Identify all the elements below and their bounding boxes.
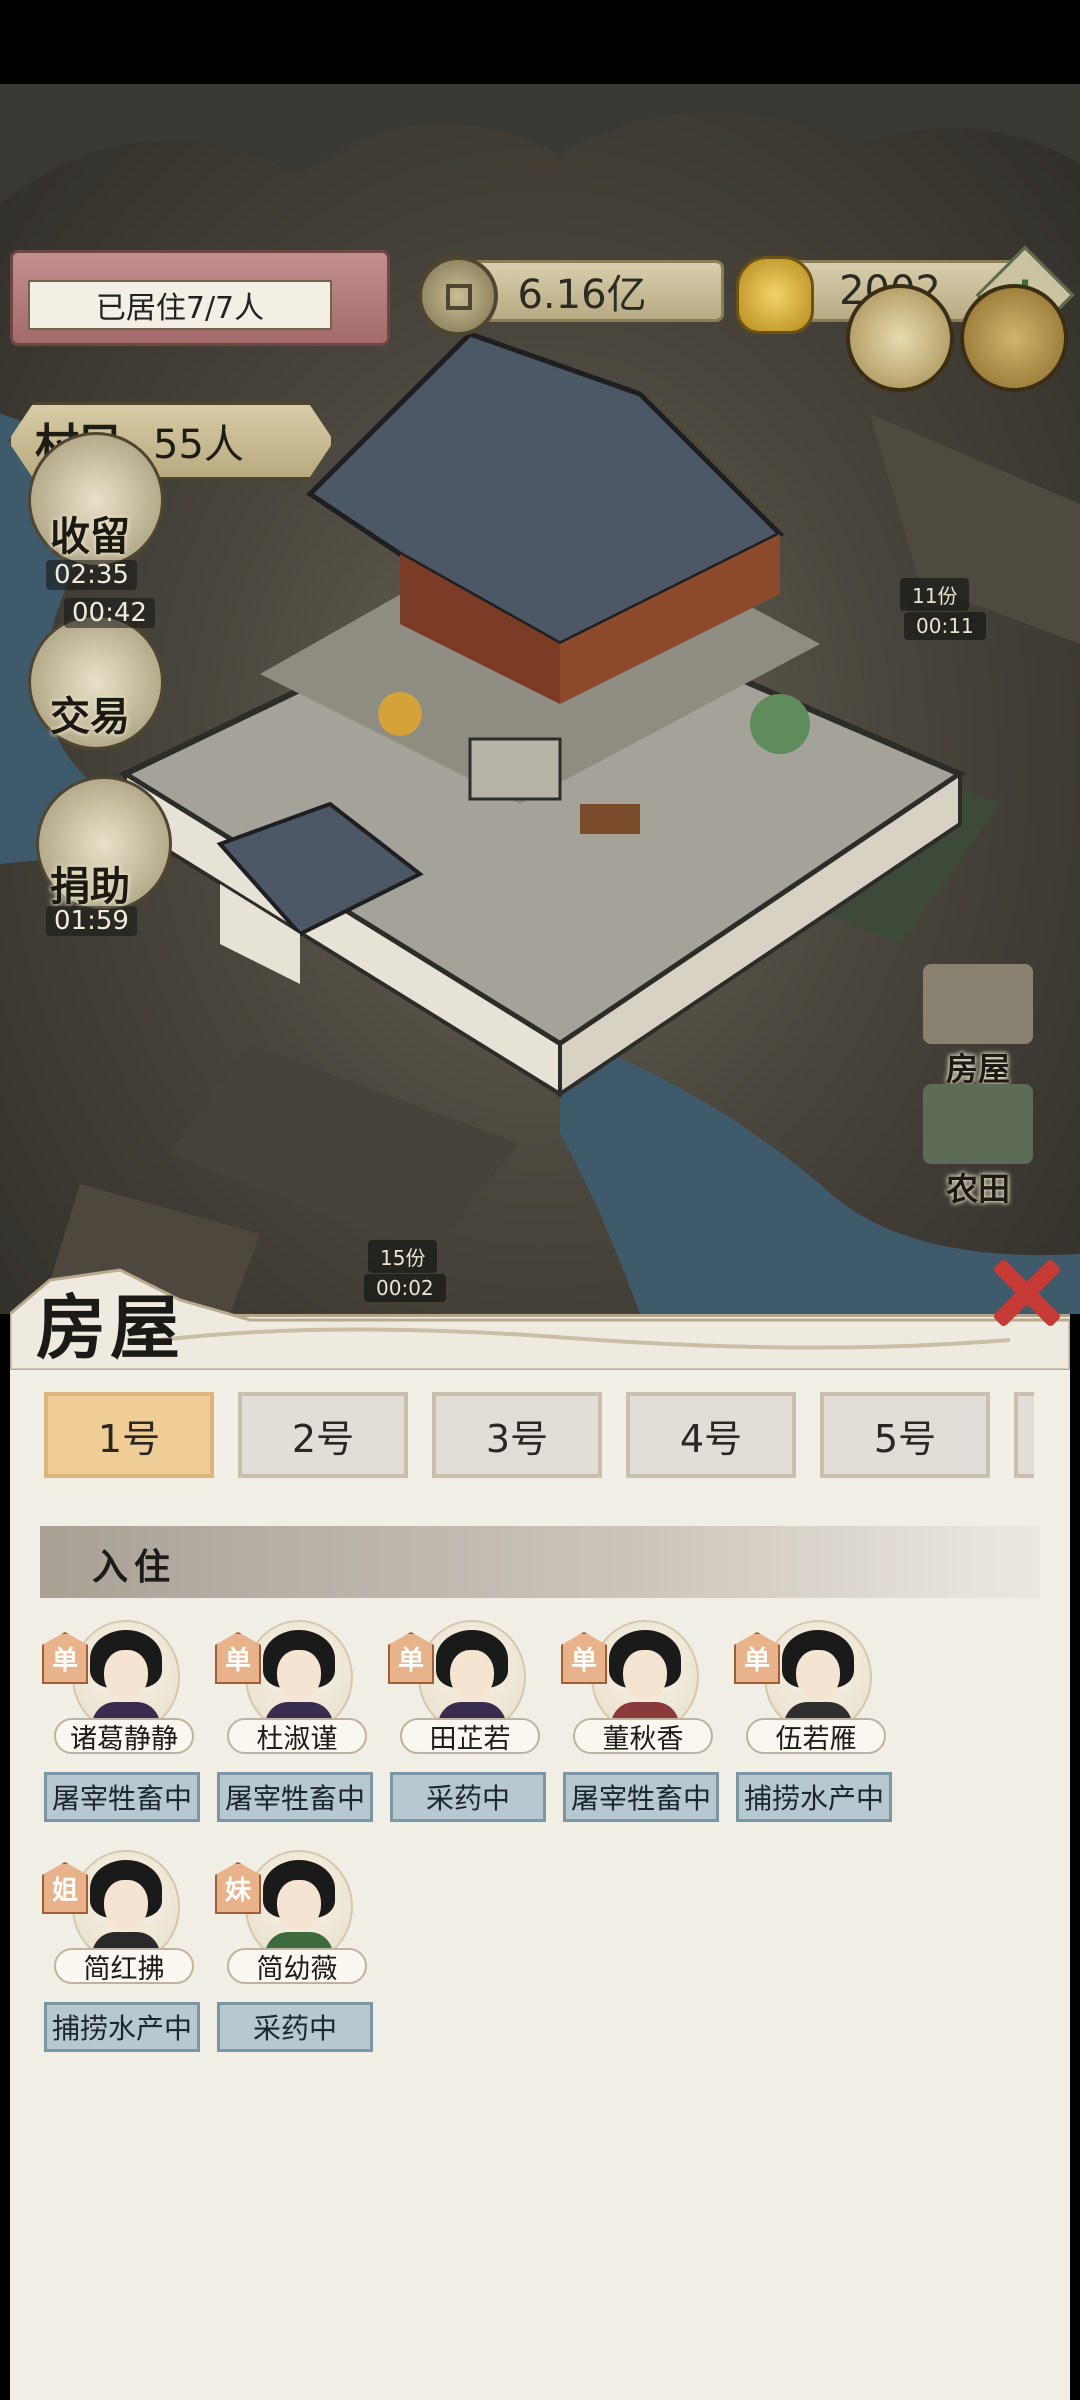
close-icon[interactable] bbox=[985, 1252, 1067, 1334]
donate-label: 捐助 bbox=[50, 863, 130, 910]
gold-ingot-icon bbox=[736, 256, 814, 334]
tab-house-next[interactable] bbox=[1014, 1392, 1034, 1478]
resident-name: 田芷若 bbox=[400, 1718, 540, 1755]
harvest-timer-tag: 00:11 bbox=[904, 612, 986, 640]
copper-coin-icon bbox=[418, 256, 498, 336]
resident-name: 简红拂 bbox=[54, 1948, 194, 1985]
resident-status-button[interactable]: 捕捞水产中 bbox=[736, 1772, 892, 1822]
device-status-bar bbox=[0, 0, 1080, 84]
scroll-button[interactable] bbox=[846, 284, 954, 392]
section-header: 入住 bbox=[40, 1526, 1040, 1598]
donate-timer: 01:59 bbox=[46, 906, 137, 936]
resident-name: 简幼薇 bbox=[227, 1948, 367, 1985]
residents-capacity: 已居住7/7人 bbox=[28, 280, 332, 330]
harvest-amount-tag: 11份 bbox=[900, 578, 970, 611]
village-map[interactable]: 已居住7/7人 6.16亿 2002 + 村民 55人 收留 02:35 00:… bbox=[0, 84, 1080, 1314]
settings-gear-icon[interactable] bbox=[960, 284, 1068, 392]
resident-name: 董秋香 bbox=[573, 1718, 713, 1755]
house-number-tabs: 1号 2号 3号 4号 5号 bbox=[44, 1392, 1034, 1484]
tab-house-1[interactable]: 1号 bbox=[44, 1392, 214, 1478]
resident-status-button[interactable]: 采药中 bbox=[390, 1772, 546, 1822]
section-title: 入住 bbox=[92, 1546, 177, 1588]
coin-value: 6.16亿 bbox=[517, 272, 647, 318]
villager-value: 55人 bbox=[153, 422, 244, 468]
resident-name: 伍若雁 bbox=[746, 1718, 886, 1755]
resident-status-button[interactable]: 屠宰牲畜中 bbox=[44, 1772, 200, 1822]
house-thumbnail bbox=[923, 964, 1033, 1044]
farmland-thumbnail bbox=[923, 1084, 1033, 1164]
resident-name: 诸葛静静 bbox=[54, 1718, 194, 1755]
tab-house-4[interactable]: 4号 bbox=[626, 1392, 796, 1478]
trade-timer: 00:42 bbox=[64, 598, 155, 628]
shelter-label: 收留 bbox=[50, 513, 130, 560]
tab-house-3[interactable]: 3号 bbox=[432, 1392, 602, 1478]
resident-status-button[interactable]: 采药中 bbox=[217, 2002, 373, 2052]
trade-label: 交易 bbox=[50, 693, 130, 740]
category-tab-farmland[interactable]: 农田 bbox=[918, 1084, 1038, 1208]
tab-house-5[interactable]: 5号 bbox=[820, 1392, 990, 1478]
category-tab-farmland-label: 农田 bbox=[945, 1170, 1010, 1208]
resident-status-button[interactable]: 捕捞水产中 bbox=[44, 2002, 200, 2052]
resident-status-button[interactable]: 屠宰牲畜中 bbox=[217, 1772, 373, 1822]
tab-house-2[interactable]: 2号 bbox=[238, 1392, 408, 1478]
panel-title: 房屋 bbox=[36, 1286, 184, 1369]
resident-status-button[interactable]: 屠宰牲畜中 bbox=[563, 1772, 719, 1822]
category-tab-house[interactable]: 房屋 bbox=[918, 964, 1038, 1088]
shelter-timer: 02:35 bbox=[46, 560, 137, 590]
resident-name: 杜淑谨 bbox=[227, 1718, 367, 1755]
